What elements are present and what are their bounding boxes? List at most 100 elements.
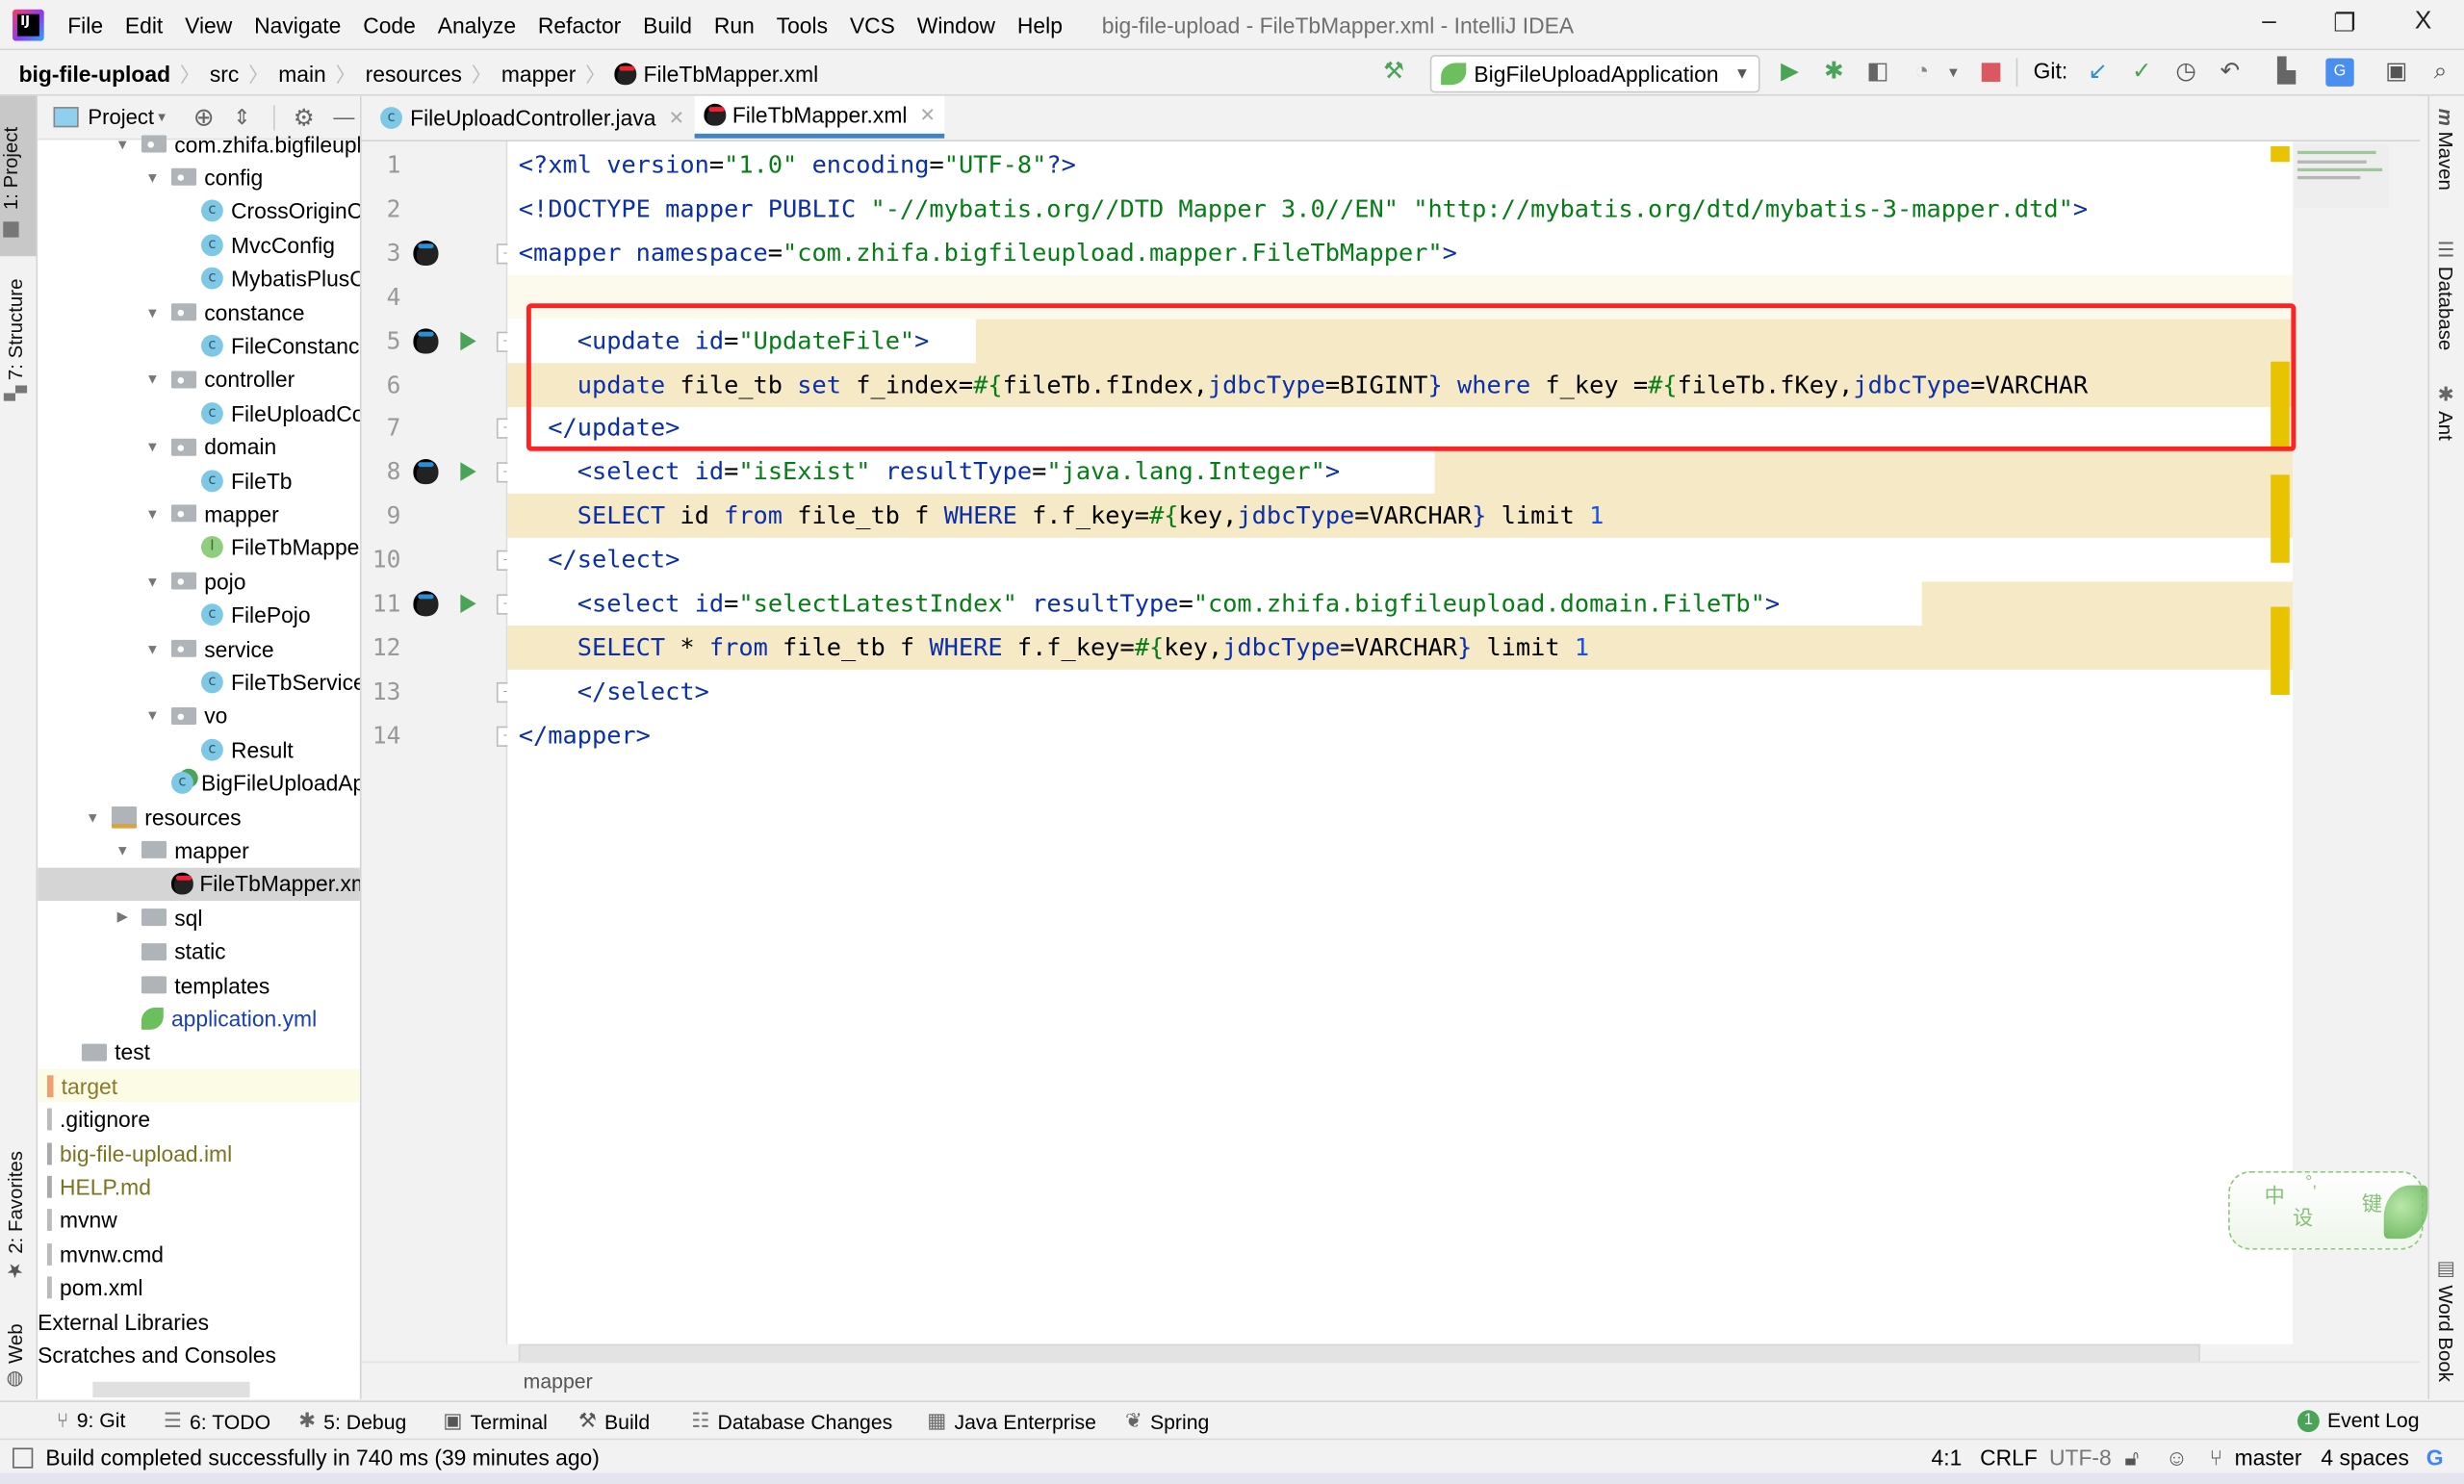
close-tab-icon[interactable]: ✕ bbox=[669, 106, 684, 128]
line-number[interactable]: 13 bbox=[362, 678, 400, 705]
line-number[interactable]: 1 bbox=[362, 151, 401, 179]
code-line[interactable]: </select> bbox=[507, 670, 2293, 714]
expand-arrow-icon[interactable]: ▼ bbox=[143, 506, 163, 522]
tree-item[interactable]: c FileConstance bbox=[38, 329, 360, 362]
tool-window-button-terminal[interactable]: ▣ Terminal bbox=[443, 1409, 547, 1434]
tree-item[interactable]: pom.xml bbox=[38, 1271, 360, 1304]
tree-item[interactable]: ▼ controller bbox=[38, 363, 360, 396]
code-line[interactable]: SELECT id from file_tb f WHERE f.f_key=#… bbox=[507, 494, 2294, 538]
menu-edit[interactable]: Edit bbox=[114, 12, 173, 37]
ime-keyboard-char[interactable]: 键 bbox=[2362, 1187, 2382, 1216]
code-line[interactable]: </select> bbox=[507, 538, 2293, 582]
tool-tab-ant[interactable]: ✱ Ant bbox=[2434, 382, 2457, 441]
expand-arrow-icon[interactable]: ▼ bbox=[143, 169, 163, 185]
breadcrumb-resources[interactable]: resources bbox=[366, 61, 462, 86]
tree-item[interactable]: c FileTb bbox=[38, 464, 360, 497]
indent-setting[interactable]: 4 spaces bbox=[2321, 1445, 2409, 1470]
tree-item[interactable]: ▼ service bbox=[38, 632, 360, 665]
close-tab-icon[interactable]: ✕ bbox=[920, 104, 936, 126]
tool-tab-structure[interactable]: ▚ 7: Structure bbox=[3, 260, 27, 401]
tool-tab-favorites[interactable]: ★ 2: Favorites bbox=[3, 1141, 27, 1283]
tool-window-button-git[interactable]: ⑂ 9: Git bbox=[57, 1409, 126, 1433]
tree-item[interactable]: ▼ mapper bbox=[38, 498, 360, 530]
code-line[interactable]: </update> bbox=[507, 406, 2293, 450]
google-translate-icon[interactable]: G bbox=[2426, 1445, 2444, 1470]
expand-arrow-icon[interactable]: ▼ bbox=[143, 439, 163, 454]
tree-item[interactable]: External Libraries bbox=[38, 1305, 360, 1338]
chevron-down-icon[interactable]: ▼ bbox=[156, 110, 168, 124]
expand-arrow-icon[interactable]: ▼ bbox=[114, 136, 133, 151]
tree-item[interactable]: templates bbox=[38, 968, 360, 1001]
breadcrumb-main[interactable]: main bbox=[278, 61, 326, 86]
expand-arrow-icon[interactable]: ▼ bbox=[143, 304, 163, 320]
menu-code[interactable]: Code bbox=[352, 12, 426, 37]
close-button[interactable]: X bbox=[2392, 8, 2454, 36]
line-number[interactable]: 5 bbox=[362, 326, 401, 354]
xml-path-crumb[interactable]: mapper bbox=[524, 1369, 593, 1394]
menu-help[interactable]: Help bbox=[1006, 12, 1073, 37]
line-number[interactable]: 3 bbox=[362, 239, 401, 267]
tree-item[interactable]: application.yml bbox=[38, 1002, 360, 1035]
search-icon[interactable]: ⌕ bbox=[2426, 58, 2454, 86]
menu-refactor[interactable]: Refactor bbox=[526, 12, 631, 37]
tree-item[interactable]: ▼ vo bbox=[38, 700, 360, 732]
line-number[interactable]: 10 bbox=[362, 546, 400, 574]
menu-run[interactable]: Run bbox=[703, 12, 765, 37]
tree-item[interactable]: HELP.md bbox=[38, 1170, 360, 1203]
tab-filetbmapper[interactable]: FileTbMapper.xml ✕ bbox=[694, 95, 945, 139]
code-line[interactable]: <!DOCTYPE mapper PUBLIC "-//mybatis.org/… bbox=[507, 187, 2293, 231]
run-statement-icon[interactable] bbox=[460, 594, 476, 614]
tool-tab-maven[interactable]: m Maven bbox=[2434, 109, 2456, 191]
translate-icon[interactable]: G bbox=[2325, 58, 2354, 87]
tool-window-toggle-icon[interactable] bbox=[13, 1447, 34, 1469]
tree-item[interactable]: c MybatisPlusConfig bbox=[38, 262, 360, 294]
tree-item[interactable]: static bbox=[38, 934, 360, 967]
mybatis-navigate-icon[interactable] bbox=[413, 240, 439, 266]
tree-item[interactable]: c MvcConfig bbox=[38, 228, 360, 261]
tool-tab-wordbook[interactable]: ▤ Word Book bbox=[2434, 1256, 2457, 1382]
ime-floating-widget[interactable]: 中 °, 设 键 bbox=[2228, 1170, 2428, 1250]
mybatis-navigate-icon[interactable] bbox=[413, 591, 439, 617]
breadcrumb-file[interactable]: FileTbMapper.xml bbox=[644, 61, 819, 86]
ime-punct-char[interactable]: °, bbox=[2305, 1173, 2317, 1192]
coverage-icon[interactable]: ◧ bbox=[1863, 58, 1891, 86]
project-view-selector[interactable]: Project bbox=[88, 105, 154, 129]
tree-item[interactable]: ▼ constance bbox=[38, 295, 360, 328]
tree-item[interactable]: ▼ resources bbox=[38, 800, 360, 832]
stop-icon[interactable] bbox=[1977, 58, 2005, 86]
git-branch[interactable]: master bbox=[2235, 1445, 2302, 1470]
expand-arrow-icon[interactable]: ▼ bbox=[84, 808, 103, 824]
git-history-icon[interactable]: ◷ bbox=[2171, 58, 2199, 86]
debug-icon[interactable]: ✱ bbox=[1820, 58, 1848, 86]
warning-mark[interactable] bbox=[2271, 145, 2290, 163]
tab-fileuploadcontroller[interactable]: c FileUploadController.java ✕ bbox=[371, 96, 693, 139]
expand-arrow-icon[interactable]: ▼ bbox=[143, 708, 163, 724]
tool-window-button-spring[interactable]: ❦ Spring bbox=[1125, 1409, 1209, 1434]
tree-item[interactable]: I FileTbMapper bbox=[38, 531, 360, 564]
tool-window-button-database-changes[interactable]: ☷ Database Changes bbox=[691, 1409, 892, 1434]
code-line[interactable]: </mapper> bbox=[507, 713, 2293, 757]
git-commit-icon[interactable]: ✓ bbox=[2128, 58, 2156, 86]
tree-item[interactable]: c FilePojo bbox=[38, 599, 360, 631]
minimize-button[interactable]: – bbox=[2238, 8, 2300, 36]
code-minimap[interactable] bbox=[2294, 144, 2389, 208]
collapse-arrow-icon[interactable]: ▶ bbox=[114, 908, 133, 926]
tool-window-button-build[interactable]: ⚒ Build bbox=[578, 1409, 650, 1434]
menu-tools[interactable]: Tools bbox=[765, 12, 838, 37]
tree-item[interactable]: ▼ config bbox=[38, 161, 360, 193]
run-icon[interactable]: ▶ bbox=[1776, 58, 1804, 86]
menu-analyze[interactable]: Analyze bbox=[426, 12, 526, 37]
status-message[interactable]: Build completed successfully in 740 ms (… bbox=[45, 1445, 600, 1470]
line-number[interactable]: 4 bbox=[362, 283, 401, 311]
menu-window[interactable]: Window bbox=[906, 12, 1006, 37]
tree-item[interactable]: ▶ sql bbox=[38, 901, 360, 934]
line-number[interactable]: 12 bbox=[362, 633, 400, 661]
event-log-button[interactable]: 1 Event Log bbox=[2297, 1409, 2420, 1432]
file-encoding[interactable]: UTF-8 bbox=[2049, 1445, 2112, 1470]
chevron-down-icon[interactable]: ▼ bbox=[1939, 58, 1967, 86]
tree-item[interactable]: test bbox=[38, 1036, 360, 1068]
tree-item[interactable]: FileTbMapper.xml bbox=[38, 867, 360, 901]
tool-tab-database[interactable]: ☰ Database bbox=[2434, 238, 2457, 351]
line-number[interactable]: 2 bbox=[362, 194, 401, 222]
caret-position[interactable]: 4:1 bbox=[1932, 1445, 1963, 1470]
